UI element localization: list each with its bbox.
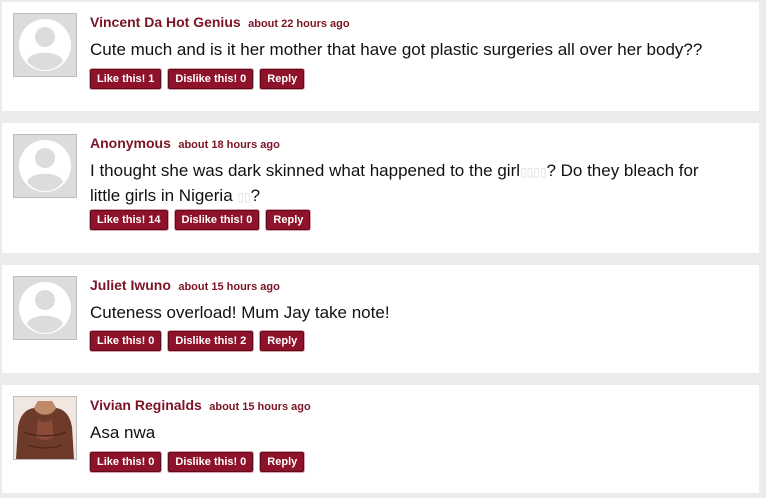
like-count: 0 bbox=[148, 335, 155, 347]
dislike-button[interactable]: Dislike this! 0 bbox=[168, 69, 254, 89]
dislike-button[interactable]: Dislike this! 0 bbox=[174, 210, 260, 230]
comment-text: I thought she was dark skinned what happ… bbox=[90, 159, 750, 209]
comment-text: Cuteness overload! Mum Jay take note! bbox=[90, 303, 390, 322]
dislike-count: 2 bbox=[240, 335, 247, 347]
comment-meta: Vincent Da Hot Genius about 22 hours ago bbox=[90, 14, 350, 32]
comment-card: Vincent Da Hot Genius about 22 hours ago… bbox=[2, 2, 759, 111]
comment-author[interactable]: Vincent Da Hot Genius bbox=[90, 14, 241, 30]
comment-meta: Anonymous about 18 hours ago bbox=[90, 135, 280, 153]
dislike-label: Dislike this! bbox=[175, 73, 238, 85]
comment-card: Vivian Reginalds about 15 hours ago Asa … bbox=[2, 385, 759, 493]
default-avatar-icon bbox=[13, 276, 77, 340]
like-button[interactable]: Like this! 0 bbox=[90, 452, 162, 472]
like-label: Like this! bbox=[97, 335, 146, 347]
photo-avatar-icon bbox=[13, 396, 77, 460]
comment-card: Anonymous about 18 hours ago I thought s… bbox=[2, 123, 759, 253]
comment-text: Cute much and is it her mother that have… bbox=[90, 40, 703, 59]
comment-time: about 15 hours ago bbox=[209, 401, 311, 413]
reply-button[interactable]: Reply bbox=[260, 331, 305, 351]
comment-author[interactable]: Juliet Iwuno bbox=[90, 277, 171, 293]
dislike-count: 0 bbox=[246, 214, 253, 226]
missing-glyphs: ▯▯ bbox=[237, 190, 251, 204]
like-button[interactable]: Like this! 14 bbox=[90, 210, 168, 230]
comment-text-segment: little girls in Nigeria bbox=[90, 186, 233, 205]
missing-glyphs: ▯▯▯▯ bbox=[520, 165, 547, 179]
comment-author[interactable]: Anonymous bbox=[90, 135, 171, 151]
dislike-label: Dislike this! bbox=[175, 335, 238, 347]
comment-actions: Like this! 0 Dislike this! 2 Reply bbox=[90, 331, 311, 351]
comment-time: about 18 hours ago bbox=[178, 139, 280, 151]
comment-text-segment: ? bbox=[250, 186, 261, 205]
default-avatar-icon bbox=[13, 13, 77, 77]
comment-meta: Juliet Iwuno about 15 hours ago bbox=[90, 277, 280, 295]
comment-time: about 15 hours ago bbox=[178, 281, 280, 293]
reply-button[interactable]: Reply bbox=[260, 452, 305, 472]
reply-button[interactable]: Reply bbox=[266, 210, 311, 230]
dislike-label: Dislike this! bbox=[181, 214, 244, 226]
comment-author[interactable]: Vivian Reginalds bbox=[90, 397, 202, 413]
reply-button[interactable]: Reply bbox=[260, 69, 305, 89]
dislike-button[interactable]: Dislike this! 2 bbox=[168, 331, 254, 351]
comment-time: about 22 hours ago bbox=[248, 18, 350, 30]
comment-card: Juliet Iwuno about 15 hours ago Cuteness… bbox=[2, 265, 759, 373]
comment-actions: Like this! 1 Dislike this! 0 Reply bbox=[90, 69, 311, 89]
default-avatar-icon bbox=[13, 134, 77, 198]
dislike-label: Dislike this! bbox=[175, 456, 238, 468]
dislike-count: 0 bbox=[240, 73, 247, 85]
comment-text-segment: I thought she was dark skinned what happ… bbox=[90, 161, 521, 180]
comment-actions: Like this! 0 Dislike this! 0 Reply bbox=[90, 452, 311, 472]
like-label: Like this! bbox=[97, 73, 146, 85]
dislike-button[interactable]: Dislike this! 0 bbox=[168, 452, 254, 472]
comment-text: Asa nwa bbox=[90, 423, 156, 442]
like-label: Like this! bbox=[97, 456, 146, 468]
comment-actions: Like this! 14 Dislike this! 0 Reply bbox=[90, 210, 317, 230]
comment-meta: Vivian Reginalds about 15 hours ago bbox=[90, 397, 311, 415]
like-button[interactable]: Like this! 0 bbox=[90, 331, 162, 351]
like-label: Like this! bbox=[97, 214, 146, 226]
like-button[interactable]: Like this! 1 bbox=[90, 69, 162, 89]
like-count: 0 bbox=[148, 456, 155, 468]
like-count: 1 bbox=[148, 73, 155, 85]
dislike-count: 0 bbox=[240, 456, 247, 468]
comment-text-segment: ? Do they bleach for bbox=[546, 161, 699, 180]
like-count: 14 bbox=[148, 214, 161, 226]
